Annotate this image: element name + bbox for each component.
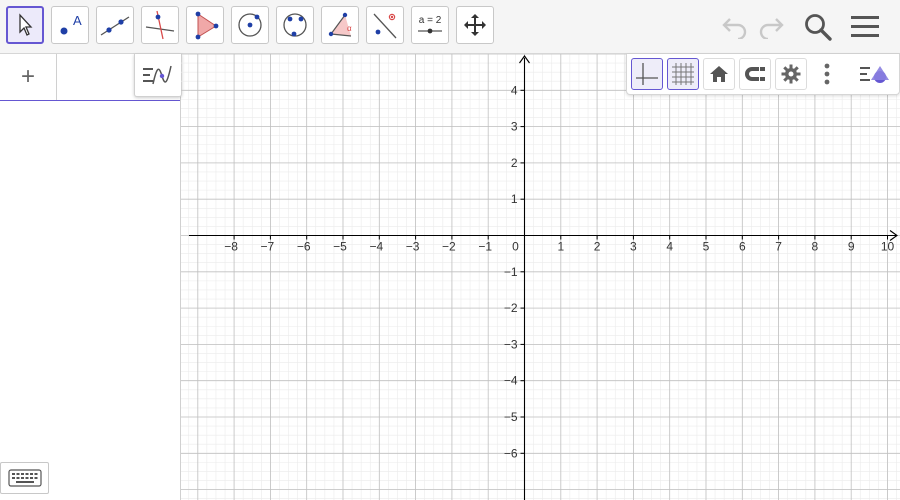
circle-three-points-icon	[283, 13, 307, 37]
keyboard-button[interactable]	[0, 462, 49, 494]
y-tick-label: 3	[511, 120, 518, 134]
graphics-view[interactable]: −8 −7 −6 −5 −4 −3 −2 −1 1 2 3 4 5 6 7 8 9 10 0 1 2 3 4 −1 −2 −3 −4…	[181, 54, 900, 500]
search-icon	[805, 14, 832, 41]
search-button[interactable]	[801, 10, 835, 44]
main-menu-button[interactable]	[848, 10, 882, 44]
toggle-grid-button[interactable]	[667, 58, 699, 90]
polygon-icon	[195, 11, 219, 40]
x-tick-label: −3	[406, 240, 420, 254]
point-icon: A	[60, 13, 82, 35]
x-tick-label: 2	[594, 240, 601, 254]
x-tick-label: 10	[881, 240, 895, 254]
y-tick-label: −6	[504, 446, 518, 460]
point-tool-button[interactable]: A	[51, 6, 89, 44]
x-tick-label: −5	[333, 240, 347, 254]
slider-tool-button[interactable]: a = 2	[411, 6, 449, 44]
angle-tool-button[interactable]: α	[321, 6, 359, 44]
circle-three-points-tool-button[interactable]	[276, 6, 314, 44]
y-tick-label: −3	[504, 337, 518, 351]
move-tool-button[interactable]	[6, 6, 44, 44]
x-tick-label: 9	[848, 240, 855, 254]
y-tick-label: −4	[504, 374, 518, 388]
x-tick-label: 5	[703, 240, 710, 254]
y-tick-label: −2	[504, 301, 518, 315]
y-tick-label: −1	[504, 265, 518, 279]
angle-icon: α	[328, 12, 352, 37]
redo-icon	[759, 18, 784, 39]
circle-center-point-tool-button[interactable]	[231, 6, 269, 44]
x-tick-label: 4	[666, 240, 673, 254]
reflect-icon	[373, 13, 397, 39]
x-tick-label: −6	[297, 240, 311, 254]
main-toolbar: A α a = 2	[0, 0, 900, 54]
y-tick-label: 1	[511, 192, 518, 206]
algebra-style-icon	[143, 65, 172, 85]
toggle-style-bar-button[interactable]	[857, 58, 893, 90]
x-tick-label: −8	[224, 240, 238, 254]
keyboard-icon	[7, 469, 42, 487]
more-vert-icon	[824, 63, 830, 85]
home-icon	[710, 66, 728, 82]
move-graphics-view-tool-button[interactable]	[456, 6, 494, 44]
axes-toggle-icon	[636, 63, 658, 85]
x-tick-label: −1	[478, 240, 492, 254]
polygon-tool-button[interactable]	[186, 6, 224, 44]
point-capturing-icon	[745, 67, 765, 81]
line-icon	[100, 16, 130, 36]
x-tick-label: 3	[630, 240, 637, 254]
x-tick-label: 6	[739, 240, 746, 254]
gear-icon	[781, 64, 801, 84]
x-tick-label: −2	[442, 240, 456, 254]
grid-toggle-icon	[672, 63, 694, 85]
perpendicular-line-icon	[145, 10, 175, 40]
x-tick-label: −4	[369, 240, 383, 254]
x-tick-label: 7	[775, 240, 782, 254]
svg-text:α: α	[347, 24, 352, 33]
more-options-button[interactable]	[811, 58, 843, 90]
line-tool-button[interactable]	[96, 6, 134, 44]
x-tick-label: 1	[557, 240, 564, 254]
menu-icon	[851, 16, 879, 37]
redo-button[interactable]	[754, 10, 788, 44]
point-tool-label: A	[73, 13, 82, 28]
standard-view-button[interactable]	[703, 58, 735, 90]
reflect-tool-button[interactable]	[366, 6, 404, 44]
graphics-style-bar	[626, 54, 900, 95]
slider-icon: a = 2	[416, 15, 444, 35]
circle-center-icon	[238, 13, 262, 37]
y-tick-label: −5	[504, 410, 518, 424]
algebra-view: +	[0, 54, 182, 500]
graphics-settings-button[interactable]	[775, 58, 807, 90]
move-arrows-icon	[464, 14, 486, 36]
slider-tool-label: a = 2	[418, 15, 442, 26]
coordinate-plane[interactable]: −8 −7 −6 −5 −4 −3 −2 −1 1 2 3 4 5 6 7 8 9 10 0 1 2 3 4 −1 −2 −3 −4…	[181, 54, 900, 500]
origin-label: 0	[512, 240, 519, 254]
y-tick-label: 2	[511, 156, 518, 170]
perpendicular-line-tool-button[interactable]	[141, 6, 179, 44]
toggle-style-bar-icon	[860, 66, 889, 83]
undo-icon	[722, 18, 747, 39]
undo-button[interactable]	[718, 10, 752, 44]
algebra-style-button[interactable]	[134, 54, 182, 97]
add-input-button[interactable]: +	[0, 54, 57, 100]
x-tick-label: −7	[261, 240, 275, 254]
toggle-axes-button[interactable]	[631, 58, 663, 90]
point-capturing-button[interactable]	[739, 58, 771, 90]
x-tick-label: 8	[812, 240, 819, 254]
y-tick-label: 4	[511, 83, 518, 97]
cursor-arrow-icon	[19, 13, 33, 36]
